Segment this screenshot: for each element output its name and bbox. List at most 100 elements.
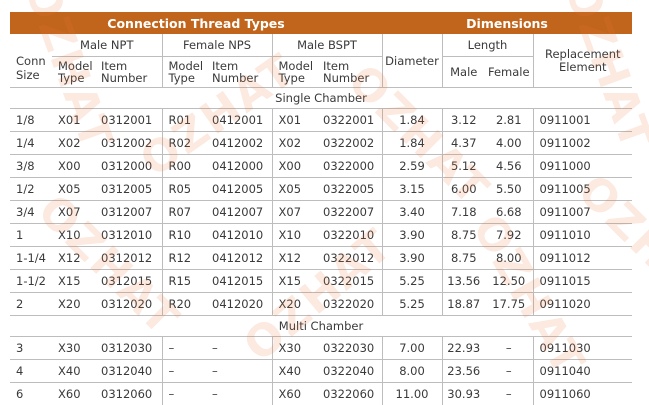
- male-bspt-model-cell: X20: [272, 293, 317, 316]
- male-bspt-item-cell: 0322001: [317, 109, 382, 132]
- male-npt-model-cell: X15: [52, 270, 95, 293]
- male-npt-model-cell: X20: [52, 293, 95, 316]
- female-nps-item-cell: 0412015: [206, 270, 272, 293]
- male-npt-item-cell: 0312015: [95, 270, 162, 293]
- female-nps-item-cell: 0412012: [206, 247, 272, 270]
- female-nps-model-cell: R10: [162, 224, 206, 247]
- conn-size-cell: 3/8: [10, 155, 52, 178]
- male-bspt-model-cell: X10: [272, 224, 317, 247]
- table-row: 6X600312060––X60032206011.0030.93–091106…: [10, 383, 632, 405]
- male-bspt-model-cell: X01: [272, 109, 317, 132]
- male-npt-model-type-header: Model Type: [52, 57, 95, 88]
- male-npt-model-cell: X30: [52, 337, 95, 360]
- male-npt-model-cell: X07: [52, 201, 95, 224]
- female-nps-model-cell: R01: [162, 109, 206, 132]
- female-nps-item-cell: 0412007: [206, 201, 272, 224]
- female-nps-model-cell: R12: [162, 247, 206, 270]
- male-bspt-item-cell: 0322000: [317, 155, 382, 178]
- male-bspt-item-cell: 0322007: [317, 201, 382, 224]
- multi-chamber-body: Multi Chamber 3X300312030––X3003220307.0…: [10, 316, 632, 405]
- replacement-element-cell: 0911001: [533, 109, 632, 132]
- table-row: 3/8X000312000R000412000X0003220002.595.1…: [10, 155, 632, 178]
- male-bspt-model-cell: X40: [272, 360, 317, 383]
- female-nps-model-cell: –: [162, 360, 206, 383]
- female-nps-model-cell: –: [162, 383, 206, 405]
- table-row: 2X200312020R200412020X2003220205.2518.87…: [10, 293, 632, 316]
- length-male-cell: 5.12: [442, 155, 485, 178]
- female-nps-item-number-header: Item Number: [206, 57, 272, 88]
- length-female-cell: 6.68: [485, 201, 533, 224]
- table-row: 1/2X050312005R050412005X0503220053.156.0…: [10, 178, 632, 201]
- diameter-cell: 3.90: [382, 224, 442, 247]
- table-row: 1X100312010R100412010X1003220103.908.757…: [10, 224, 632, 247]
- table-row: 3/4X070312007R070412007X0703220073.407.1…: [10, 201, 632, 224]
- length-male-cell: 23.56: [442, 360, 485, 383]
- conn-size-header: Conn Size: [10, 34, 52, 88]
- male-bspt-item-cell: 0322015: [317, 270, 382, 293]
- table-row: 3X300312030––X3003220307.0022.93–0911030: [10, 337, 632, 360]
- conn-size-cell: 3/4: [10, 201, 52, 224]
- male-npt-model-cell: X01: [52, 109, 95, 132]
- female-nps-item-cell: 0412010: [206, 224, 272, 247]
- length-male-header: Male: [442, 57, 485, 88]
- male-npt-model-cell: X10: [52, 224, 95, 247]
- length-male-cell: 18.87: [442, 293, 485, 316]
- conn-size-cell: 6: [10, 383, 52, 405]
- length-male-cell: 8.75: [442, 247, 485, 270]
- length-male-cell: 22.93: [442, 337, 485, 360]
- male-npt-item-cell: 0312040: [95, 360, 162, 383]
- male-npt-model-cell: X02: [52, 132, 95, 155]
- conn-size-cell: 1/4: [10, 132, 52, 155]
- female-nps-item-cell: –: [206, 383, 272, 405]
- table-row: 1/8X010312001R010412001X0103220011.843.1…: [10, 109, 632, 132]
- female-nps-model-cell: R20: [162, 293, 206, 316]
- replacement-element-cell: 0911060: [533, 383, 632, 405]
- diameter-cell: 2.59: [382, 155, 442, 178]
- female-nps-item-cell: 0412005: [206, 178, 272, 201]
- length-female-cell: –: [485, 383, 533, 405]
- replacement-element-cell: 0911002: [533, 132, 632, 155]
- length-male-cell: 6.00: [442, 178, 485, 201]
- male-npt-item-cell: 0312060: [95, 383, 162, 405]
- diameter-cell: 1.84: [382, 109, 442, 132]
- length-male-cell: 13.56: [442, 270, 485, 293]
- replacement-element-cell: 0911020: [533, 293, 632, 316]
- female-nps-item-cell: 0412000: [206, 155, 272, 178]
- male-npt-item-cell: 0312005: [95, 178, 162, 201]
- length-female-cell: 2.81: [485, 109, 533, 132]
- male-bspt-item-cell: 0322060: [317, 383, 382, 405]
- length-female-cell: 5.50: [485, 178, 533, 201]
- diameter-cell: 1.84: [382, 132, 442, 155]
- length-female-cell: 4.56: [485, 155, 533, 178]
- male-bspt-model-cell: X00: [272, 155, 317, 178]
- conn-size-cell: 1/2: [10, 178, 52, 201]
- male-bspt-item-cell: 0322005: [317, 178, 382, 201]
- female-nps-model-cell: R07: [162, 201, 206, 224]
- dimensions-title: Dimensions: [382, 12, 632, 34]
- diameter-cell: 5.25: [382, 270, 442, 293]
- diameter-header: Diameter: [382, 34, 442, 88]
- replacement-element-cell: 0911010: [533, 224, 632, 247]
- conn-size-cell: 3: [10, 337, 52, 360]
- diameter-cell: 3.90: [382, 247, 442, 270]
- length-female-header: Female: [485, 57, 533, 88]
- diameter-cell: 3.40: [382, 201, 442, 224]
- male-npt-model-cell: X00: [52, 155, 95, 178]
- male-bspt-item-cell: 0322040: [317, 360, 382, 383]
- male-bspt-item-cell: 0322010: [317, 224, 382, 247]
- diameter-cell: 8.00: [382, 360, 442, 383]
- male-bspt-model-cell: X07: [272, 201, 317, 224]
- length-female-cell: 8.00: [485, 247, 533, 270]
- male-npt-model-cell: X40: [52, 360, 95, 383]
- multi-chamber-label: Multi Chamber: [10, 316, 632, 337]
- spec-table: Connection Thread Types Dimensions Conn …: [10, 12, 632, 405]
- length-female-cell: –: [485, 360, 533, 383]
- table-row: 1-1/4X120312012R120412012X1203220123.908…: [10, 247, 632, 270]
- replacement-element-header: Replacement Element: [533, 34, 632, 88]
- male-npt-item-cell: 0312012: [95, 247, 162, 270]
- male-npt-header: Male NPT: [52, 34, 162, 57]
- female-nps-header: Female NPS: [162, 34, 272, 57]
- length-female-cell: 4.00: [485, 132, 533, 155]
- conn-size-cell: 1/8: [10, 109, 52, 132]
- male-bspt-model-cell: X12: [272, 247, 317, 270]
